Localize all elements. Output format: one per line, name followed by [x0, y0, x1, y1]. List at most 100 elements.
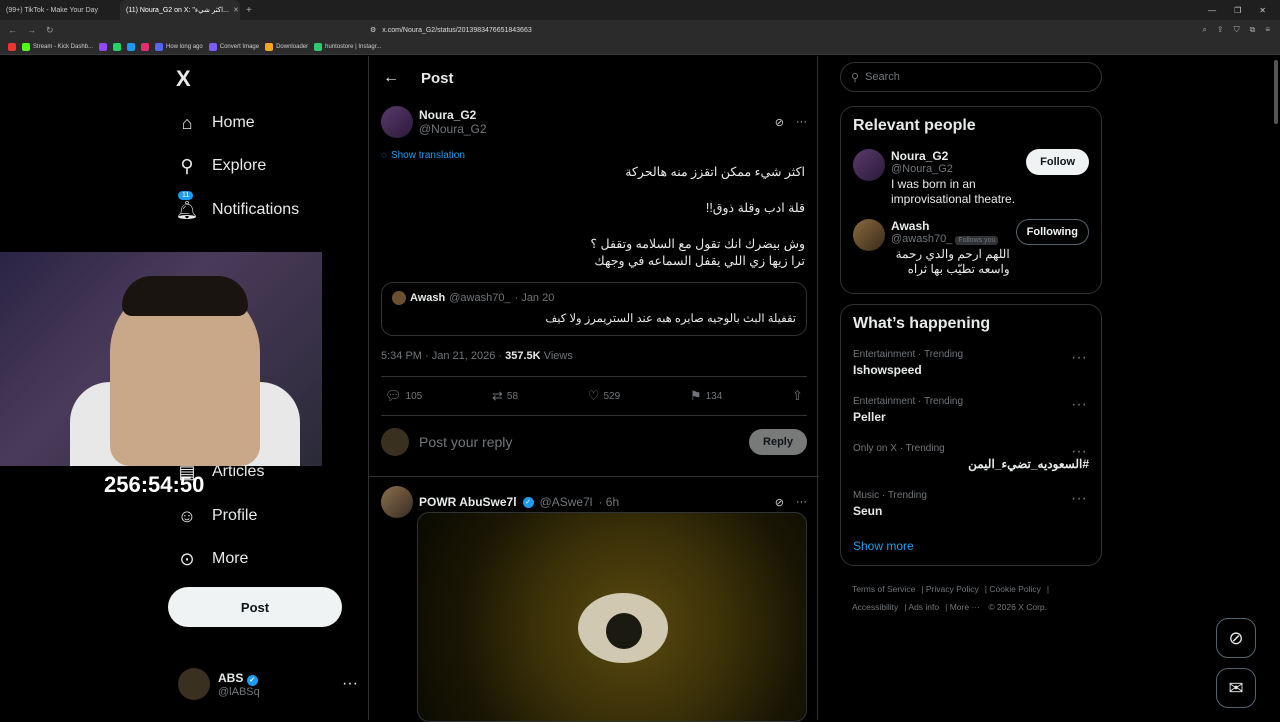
- twitch-icon[interactable]: [99, 43, 108, 51]
- x-bookmark-icon[interactable]: [127, 43, 136, 51]
- reply-action[interactable]: 💬︎ 105: [385, 388, 422, 404]
- show-translation-link[interactable]: ◌ Show translation: [381, 150, 465, 161]
- post-media[interactable]: [417, 512, 807, 722]
- browser-tab-bar: (99+) TikTok - Make Your Day (11) Noura_…: [0, 0, 1280, 20]
- translate-icon: ◌: [381, 150, 387, 161]
- grok-icon[interactable]: ⊘: [775, 496, 784, 509]
- x-tab-title: (11) Noura_G2 on X: "اكثر شيء...: [126, 7, 229, 14]
- author-handle[interactable]: @Noura_G2: [419, 122, 487, 136]
- avatar[interactable]: [853, 149, 885, 181]
- bookmark-kick[interactable]: Stream - Kick Dashb...: [22, 43, 93, 51]
- bookmark-huntostore[interactable]: huntostore | Instagr...: [314, 43, 381, 51]
- author-handle[interactable]: @ASwe7l: [540, 495, 593, 509]
- shield-icon[interactable]: ⛉: [1234, 25, 1240, 35]
- post-button[interactable]: Post: [168, 587, 342, 627]
- nav-home[interactable]: ⌂ Home: [176, 112, 255, 134]
- bookmark-convert-image[interactable]: Convert Image: [208, 43, 259, 51]
- like-action[interactable]: ♡ 529: [588, 388, 620, 404]
- footer-link[interactable]: More ···: [950, 602, 980, 612]
- footer-link[interactable]: Ads info: [908, 602, 939, 612]
- share-action[interactable]: ⇧: [792, 388, 803, 404]
- trend-item[interactable]: Entertainment · Trending Peller ···: [841, 390, 1101, 437]
- reload-icon[interactable]: ↻: [46, 25, 54, 36]
- person-name: Awash: [891, 219, 930, 233]
- nav-notifications[interactable]: 🔔︎ 11 Notifications: [176, 191, 299, 221]
- quoted-post[interactable]: Awash @awash70_ · Jan 20 تقفيلة البث بال…: [381, 282, 807, 336]
- trend-name: Seun: [853, 504, 883, 518]
- bookmark-action[interactable]: ⚑ 134: [690, 388, 722, 404]
- footer-link[interactable]: Accessibility: [852, 602, 898, 612]
- close-window-icon[interactable]: ✕: [1259, 6, 1266, 15]
- extensions-icon[interactable]: ⧉: [1250, 25, 1256, 35]
- author-name[interactable]: POWR AbuSwe7l: [419, 495, 517, 509]
- bookmark-downloader[interactable]: Downloader: [265, 43, 308, 51]
- nav-profile[interactable]: ☺ Profile: [176, 505, 258, 527]
- nav-more[interactable]: ⊙ More: [176, 548, 248, 570]
- forward-arrow-icon[interactable]: →: [27, 25, 36, 36]
- trend-item[interactable]: Music · Trending Seun ···: [841, 484, 1101, 531]
- bookmark-label: Stream - Kick Dashb...: [33, 44, 94, 50]
- x-logo-icon[interactable]: X: [176, 66, 191, 92]
- follow-button[interactable]: Follow: [1026, 149, 1089, 175]
- more-dots-icon[interactable]: ···: [796, 496, 807, 509]
- nav-buttons: ← → ↻: [0, 25, 60, 36]
- following-button[interactable]: Following: [1015, 219, 1089, 245]
- show-more-link[interactable]: Show more: [841, 531, 1101, 567]
- messages-fab-icon[interactable]: ✉: [1216, 668, 1256, 708]
- trend-item[interactable]: Entertainment · Trending Ishowspeed ···: [841, 343, 1101, 390]
- footer-links: Terms of Service | Privacy Policy | Cookie…: [852, 584, 1050, 612]
- footer-link[interactable]: Cookie Policy: [989, 584, 1041, 594]
- new-tab-icon[interactable]: +: [240, 5, 258, 16]
- post-time: · 6h: [598, 495, 620, 509]
- tab-x-post[interactable]: (11) Noura_G2 on X: "اكثر شيء... ✕: [120, 0, 240, 20]
- post-line: اكثر شيء ممكن اتقزز منه هالحركة: [625, 165, 805, 179]
- trend-item[interactable]: Only on X · Trending #السعوديه_تضيء_اليم…: [841, 437, 1101, 484]
- more-dots-icon[interactable]: ···: [1071, 349, 1087, 367]
- more-dots-icon[interactable]: ···: [1071, 490, 1087, 508]
- account-name: ABS: [218, 670, 244, 685]
- repost-action[interactable]: ⇄ 58: [492, 388, 518, 404]
- site-info-icon[interactable]: ⚙: [370, 26, 376, 34]
- footer-link[interactable]: Privacy Policy: [926, 584, 979, 594]
- share-icon[interactable]: ⇪: [1217, 25, 1224, 35]
- url-field[interactable]: ⚙ x.com/Noura_G2/status/20139834766518436…: [370, 26, 532, 35]
- more-dots-icon[interactable]: ···: [796, 116, 807, 129]
- tab-tiktok[interactable]: (99+) TikTok - Make Your Day: [0, 0, 120, 20]
- youtube-icon[interactable]: [8, 43, 16, 51]
- menu-icon[interactable]: ≡: [1265, 25, 1270, 35]
- minimize-icon[interactable]: —: [1208, 6, 1216, 15]
- stream-timer: 256:54:50: [104, 472, 205, 497]
- footer-link[interactable]: Terms of Service: [852, 584, 915, 594]
- account-switcher[interactable]: ABS ✓ @lABSq ···: [178, 668, 358, 700]
- more-dots-icon[interactable]: ···: [1071, 443, 1087, 461]
- author-name[interactable]: Noura_G2: [419, 108, 487, 122]
- back-arrow-icon[interactable]: ←: [8, 25, 17, 36]
- nav-explore[interactable]: ⚲ Explore: [176, 155, 266, 177]
- avatar[interactable]: [853, 219, 885, 251]
- close-tab-icon[interactable]: ✕: [233, 6, 239, 14]
- more-dots-icon[interactable]: ···: [342, 675, 358, 693]
- person-noura[interactable]: Noura_G2 @Noura_G2 I was born in an impr…: [841, 145, 1101, 215]
- notification-badge: 11: [178, 191, 194, 200]
- instagram-icon[interactable]: [141, 43, 150, 51]
- bookmark-how-long-ago[interactable]: How long ago: [155, 43, 203, 51]
- person-awash[interactable]: Awash @awash70_ Follows you اللهم ارحم و…: [841, 215, 1101, 285]
- avatar[interactable]: [381, 486, 413, 518]
- scrollbar-thumb[interactable]: [1274, 60, 1278, 124]
- scrollbar[interactable]: [1272, 56, 1278, 720]
- back-arrow-icon[interactable]: ←: [383, 69, 399, 87]
- more-dots-icon[interactable]: ···: [1071, 396, 1087, 414]
- avatar[interactable]: [381, 106, 413, 138]
- zoom-icon[interactable]: ⌕: [1202, 25, 1206, 35]
- maximize-icon[interactable]: ❐: [1234, 6, 1241, 15]
- search-input[interactable]: ⚲ Search: [840, 62, 1102, 92]
- reply-button[interactable]: Reply: [749, 429, 807, 455]
- copyright: © 2026 X Corp.: [988, 602, 1048, 612]
- nav-label: More: [212, 550, 249, 567]
- bookmark-label: huntostore | Instagr...: [325, 44, 382, 50]
- grok-fab-icon[interactable]: ⊘: [1216, 618, 1256, 658]
- reply-input[interactable]: Post your reply: [419, 434, 512, 450]
- card-title: Relevant people: [853, 117, 976, 134]
- whatsapp-icon[interactable]: [113, 43, 122, 51]
- grok-icon[interactable]: ⊘: [775, 116, 784, 129]
